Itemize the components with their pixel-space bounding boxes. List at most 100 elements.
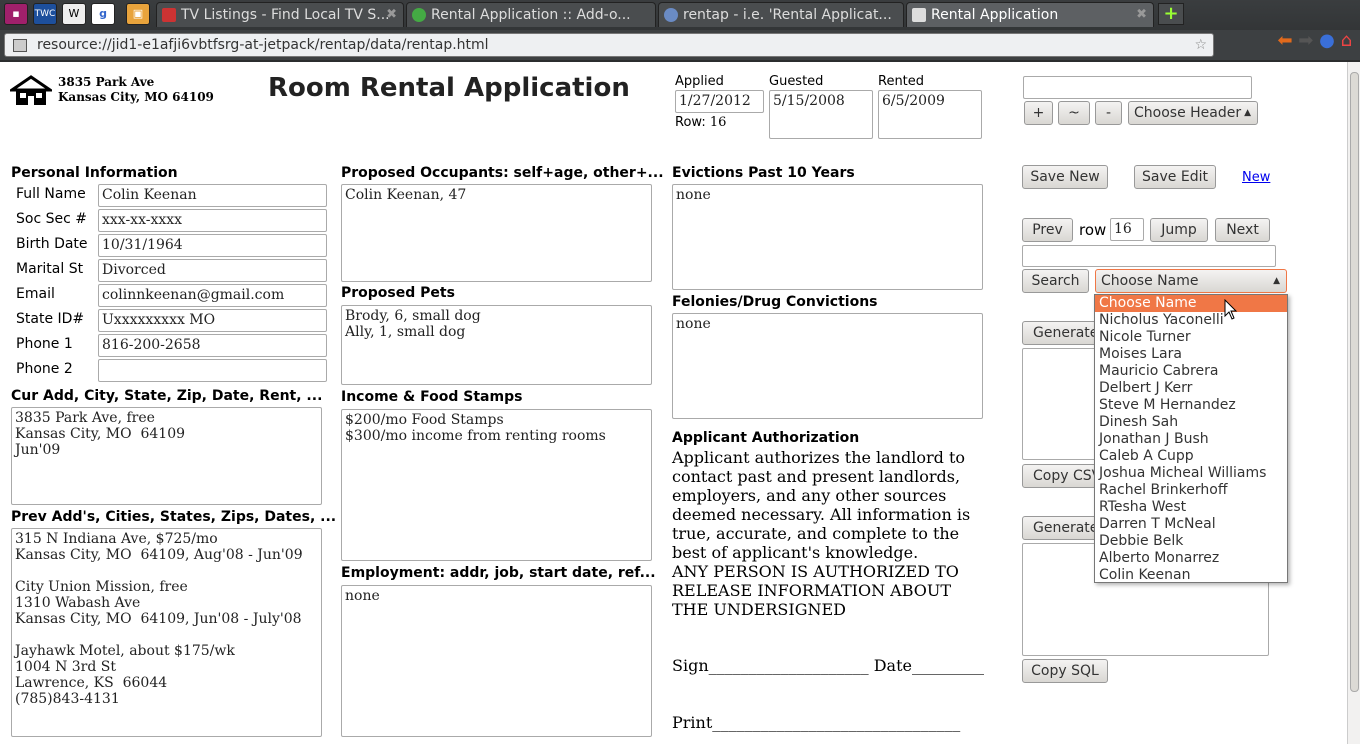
state-id-input[interactable]: Uxxxxxxxxx MO xyxy=(98,309,327,332)
delete-header-button[interactable]: - xyxy=(1095,101,1122,125)
address-line-2: Kansas City, MO 64109 xyxy=(58,90,214,104)
name-option[interactable]: Nicholus Yaconelli xyxy=(1095,312,1287,329)
row-number: 16 xyxy=(709,115,727,130)
close-icon[interactable]: ✖ xyxy=(386,3,397,27)
employment-textarea[interactable]: none xyxy=(341,585,652,737)
page-content: 3835 Park Ave Kansas City, MO 64109 Room… xyxy=(0,62,1347,744)
guested-date-input[interactable]: 5/15/2008 xyxy=(769,90,873,139)
name-option[interactable]: Alberto Monarrez xyxy=(1095,550,1287,567)
previous-addresses-heading: Prev Add's, Cities, States, Zips, Dates,… xyxy=(11,509,337,525)
name-option[interactable]: Rachel Brinkerhoff xyxy=(1095,482,1287,499)
choose-header-select[interactable]: Choose Header ▲ xyxy=(1128,101,1258,125)
tab-tv-listings[interactable]: TV Listings - Find Local TV S... ✖ xyxy=(156,2,404,27)
house-icon xyxy=(912,8,926,22)
add-header-button[interactable]: + xyxy=(1024,101,1053,125)
copy-csv-button[interactable]: Copy CSV xyxy=(1022,464,1102,488)
email-input[interactable]: colinnkeenan@gmail.com xyxy=(98,284,327,307)
save-edit-button[interactable]: Save Edit xyxy=(1134,165,1216,189)
income-heading: Income & Food Stamps xyxy=(341,389,523,405)
name-option[interactable]: Colin Keenan xyxy=(1095,567,1287,584)
csv-textarea[interactable] xyxy=(1022,348,1102,460)
pinned-tab-4[interactable]: g xyxy=(91,3,115,25)
close-icon[interactable]: ✖ xyxy=(1136,3,1147,27)
select-arrows-icon: ▲ xyxy=(1273,276,1280,286)
phone-2-input[interactable] xyxy=(98,359,327,382)
rented-date-input[interactable]: 6/5/2009 xyxy=(878,90,982,139)
felonies-textarea[interactable]: none xyxy=(672,313,983,419)
media-icon[interactable]: ● xyxy=(1319,30,1335,51)
pinned-tab-icon: ▪ xyxy=(12,7,20,20)
next-button[interactable]: Next xyxy=(1215,218,1270,242)
applied-date-input[interactable]: 1/27/2012 xyxy=(675,90,764,113)
name-option[interactable]: Dinesh Sah xyxy=(1095,414,1287,431)
ssn-input[interactable]: xxx-xx-xxxx xyxy=(98,209,327,232)
birth-date-input[interactable]: 10/31/1964 xyxy=(98,234,327,257)
search-input[interactable] xyxy=(1022,245,1276,267)
name-option[interactable]: Nicole Turner xyxy=(1095,329,1287,346)
copy-sql-button[interactable]: Copy SQL xyxy=(1022,659,1108,683)
tab-rentap[interactable]: rentap - i.e. 'Rental Applicat... xyxy=(658,2,904,27)
name-option[interactable]: Caleb A Cupp xyxy=(1095,448,1287,465)
choose-name-select[interactable]: Choose Name ▲ xyxy=(1095,269,1287,293)
name-option[interactable]: Darren T McNeal xyxy=(1095,516,1287,533)
name-option[interactable]: Joshua Micheal Williams xyxy=(1095,465,1287,482)
back-arrow-icon[interactable]: ⬅ xyxy=(1277,30,1292,51)
row-number-input[interactable]: 16 xyxy=(1110,218,1144,241)
puzzle-icon xyxy=(412,8,426,22)
name-option[interactable]: Delbert J Kerr xyxy=(1095,380,1287,397)
generate-sql-button[interactable]: Generate xyxy=(1022,516,1102,540)
jump-button[interactable]: Jump xyxy=(1150,218,1208,242)
name-option[interactable]: Jonathan J Bush xyxy=(1095,431,1287,448)
authorization-caps-1: ANY PERSON IS AUTHORIZED TO xyxy=(672,562,959,581)
vertical-scrollbar[interactable] xyxy=(1347,62,1360,744)
star-icon[interactable]: ☆ xyxy=(1194,34,1207,56)
save-new-button[interactable]: Save New xyxy=(1022,165,1108,189)
home-icon[interactable]: ⌂ xyxy=(1341,30,1352,51)
phone-1-input[interactable]: 816-200-2658 xyxy=(98,334,327,357)
url-text: resource://jid1-e1afji6vbtfsrg-at-jetpac… xyxy=(37,37,489,53)
tab-strip: ▪ TWC W g ▣ TV Listings - Find Local TV … xyxy=(0,0,1360,28)
forward-arrow-icon[interactable]: ➡ xyxy=(1298,30,1313,51)
pets-textarea[interactable]: Brody, 6, small dog Ally, 1, small dog xyxy=(341,305,652,385)
state-id-label: State ID# xyxy=(16,311,85,327)
new-link[interactable]: New xyxy=(1242,170,1270,185)
url-field[interactable]: resource://jid1-e1afji6vbtfsrg-at-jetpac… xyxy=(4,33,1214,57)
pinned-tab-2[interactable]: TWC xyxy=(33,3,57,25)
name-option[interactable]: Steve M Hernandez xyxy=(1095,397,1287,414)
scrollbar-thumb[interactable] xyxy=(1350,72,1359,692)
phone-1-label: Phone 1 xyxy=(16,336,73,352)
search-button[interactable]: Search xyxy=(1022,269,1089,293)
income-textarea[interactable]: $200/mo Food Stamps $300/mo income from … xyxy=(341,409,652,561)
edit-header-button[interactable]: ~ xyxy=(1058,101,1090,125)
pinned-tab-1[interactable]: ▪ xyxy=(4,3,28,25)
email-label: Email xyxy=(16,286,55,302)
name-option[interactable]: Moises Lara xyxy=(1095,346,1287,363)
generate-csv-button[interactable]: Generate xyxy=(1022,321,1102,345)
pinned-tab-5[interactable]: ▣ xyxy=(126,3,150,25)
evictions-textarea[interactable]: none xyxy=(672,184,983,290)
tab-label: Rental Application :: Add-o... xyxy=(431,7,631,23)
choose-header-value: Choose Header xyxy=(1134,105,1242,121)
navigation-bar: resource://jid1-e1afji6vbtfsrg-at-jetpac… xyxy=(0,30,1360,60)
pinned-tab-3[interactable]: W xyxy=(62,3,86,25)
page-title: Room Rental Application xyxy=(268,73,630,103)
header-input[interactable] xyxy=(1023,76,1252,99)
name-option[interactable]: Debbie Belk xyxy=(1095,533,1287,550)
current-address-textarea[interactable]: 3835 Park Ave, free Kansas City, MO 6410… xyxy=(11,407,322,505)
name-option[interactable]: Choose Name xyxy=(1095,295,1287,312)
full-name-input[interactable]: Colin Keenan xyxy=(98,184,327,207)
name-option[interactable]: RTesha West xyxy=(1095,499,1287,516)
landlord-address: 3835 Park Ave Kansas City, MO 64109 xyxy=(58,75,214,105)
new-tab-button[interactable]: + xyxy=(1158,3,1184,25)
pinned-tab-icon: W xyxy=(68,7,80,20)
tab-rental-application[interactable]: Rental Application ✖ xyxy=(906,2,1154,27)
applied-label: Applied xyxy=(675,74,724,89)
occupants-textarea[interactable]: Colin Keenan, 47 xyxy=(341,184,652,282)
prev-button[interactable]: Prev xyxy=(1022,218,1073,242)
phone-2-label: Phone 2 xyxy=(16,361,73,377)
previous-addresses-textarea[interactable]: 315 N Indiana Ave, $725/mo Kansas City, … xyxy=(11,528,322,737)
tab-rental-addon[interactable]: Rental Application :: Add-o... xyxy=(406,2,656,27)
marital-status-input[interactable]: Divorced xyxy=(98,259,327,282)
mouse-cursor-icon xyxy=(1224,299,1238,320)
name-option[interactable]: Mauricio Cabrera xyxy=(1095,363,1287,380)
